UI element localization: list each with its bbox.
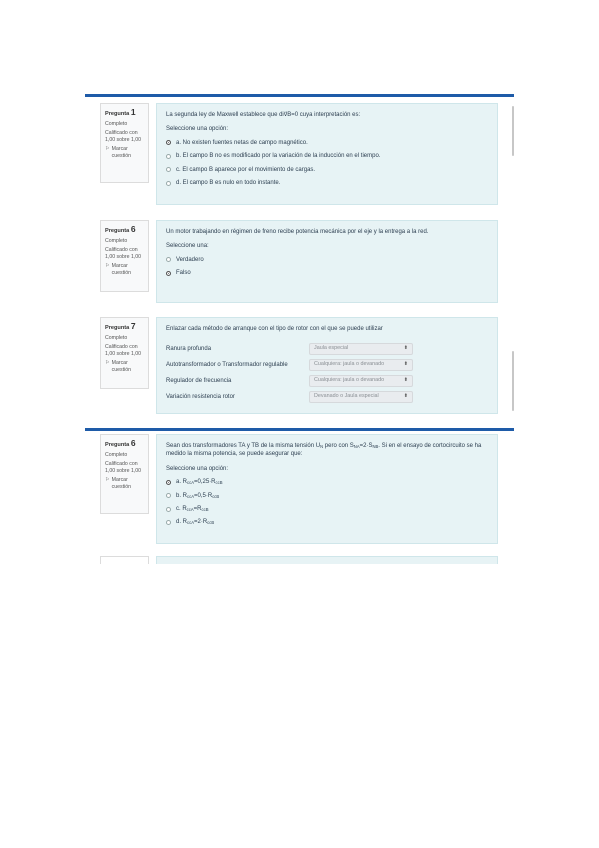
scrollbar[interactable]: [512, 106, 514, 156]
match-row: Autotransformador o Transformador regula…: [166, 358, 488, 371]
question-number: Pregunta 1: [105, 107, 136, 117]
chevron-updown-icon: ⬍: [403, 377, 408, 384]
question-content: Enlazar cada método de arranque con el t…: [156, 317, 498, 414]
radio-icon[interactable]: [166, 153, 171, 159]
answer-option[interactable]: c. RccA=RccB: [166, 505, 488, 513]
radio-selected-icon[interactable]: [166, 140, 171, 146]
match-select[interactable]: Cualquiera: jaula o devanado ⬍: [309, 358, 413, 371]
question-info: Pregunta 1 Completo Calificado con 1,00 …: [100, 103, 149, 183]
question-state: Completo: [105, 451, 128, 458]
question-text: Enlazar cada método de arranque con el t…: [166, 326, 383, 332]
next-question-edge: [156, 556, 498, 564]
answer-option[interactable]: a. No existen fuentes netas de campo mag…: [166, 139, 488, 147]
question-state: Completo: [105, 120, 128, 127]
answer-option-true[interactable]: Verdadero: [166, 256, 488, 264]
top-accent-bar: [85, 94, 514, 97]
match-select[interactable]: Devanado o Jaula especial ⬍: [309, 390, 413, 403]
answer-option[interactable]: d. RccA=2·RccB: [166, 518, 488, 526]
match-row: Ranura profunda Jaula especial ⬍: [166, 342, 488, 355]
match-row: Variación resistencia rotor Devanado o Ja…: [166, 390, 488, 403]
screenshot-question-1: Pregunta 1 Completo Calificado con 1,00 …: [85, 94, 514, 208]
question-number: Pregunta 6: [105, 438, 136, 448]
question-state: Completo: [105, 334, 128, 341]
question-info: Pregunta 6 Completo Calificado con 1,00 …: [100, 220, 149, 292]
chevron-updown-icon: ⬍: [403, 361, 408, 368]
question-info: Pregunta 7 Completo Calificado con 1,00 …: [100, 317, 149, 389]
answer-option[interactable]: d. El campo B es nulo en todo instante.: [166, 179, 488, 187]
answer-prompt: Seleccione una opción:: [166, 465, 229, 472]
radio-icon[interactable]: [166, 506, 171, 512]
flag-icon: ⚐: [105, 262, 110, 269]
radio-selected-icon[interactable]: [166, 479, 171, 485]
answer-option[interactable]: b. RccA=0,5·RccB: [166, 492, 488, 500]
question-grade: Calificado con 1,00 sobre 1,00: [105, 129, 142, 143]
screenshot-question-6-transformers: Pregunta 6 Completo Calificado con 1,00 …: [85, 428, 514, 564]
screenshot-question-6-true-false: Pregunta 6 Completo Calificado con 1,00 …: [85, 214, 514, 309]
match-row: Regulador de frecuencia Cualquiera: jaula…: [166, 374, 488, 387]
scrollbar[interactable]: [512, 351, 514, 411]
answer-prompt: Seleccione una opción:: [166, 126, 229, 133]
radio-icon[interactable]: [166, 493, 171, 499]
flag-icon: ⚐: [105, 145, 110, 152]
answer-option[interactable]: c. El campo B aparece por el movimiento …: [166, 166, 488, 174]
question-content: La segunda ley de Maxwell establece que …: [156, 103, 498, 205]
match-label: Autotransformador o Transformador regula…: [166, 361, 288, 368]
question-content: Un motor trabajando en régimen de freno …: [156, 220, 498, 303]
match-label: Ranura profunda: [166, 345, 212, 352]
flag-question-link[interactable]: ⚐ Marcar cuestión: [105, 146, 144, 160]
radio-icon[interactable]: [166, 257, 171, 263]
chevron-updown-icon: ⬍: [403, 393, 408, 400]
question-info: Pregunta 6 Completo Calificado con 1,00 …: [100, 434, 149, 514]
question-number: Pregunta 6: [105, 224, 136, 234]
question-content: Sean dos transformadores TA y TB de la m…: [156, 434, 498, 544]
question-grade: Calificado con 1,00 sobre 1,00: [105, 460, 142, 474]
question-grade: Calificado con 1,00 sobre 1,00: [105, 246, 142, 260]
radio-icon[interactable]: [166, 180, 171, 186]
question-text: La segunda ley de Maxwell establece que …: [166, 112, 361, 118]
question-grade: Calificado con 1,00 sobre 1,00: [105, 343, 142, 357]
match-label: Regulador de frecuencia: [166, 377, 232, 384]
radio-icon[interactable]: [166, 520, 171, 526]
next-question-edge: [100, 556, 149, 564]
match-select[interactable]: Cualquiera: jaula o devanado ⬍: [309, 374, 413, 387]
question-text: Sean dos transformadores TA y TB de la m…: [166, 443, 482, 458]
match-select[interactable]: Jaula especial ⬍: [309, 342, 413, 355]
question-text: Un motor trabajando en régimen de freno …: [166, 229, 429, 235]
answer-option[interactable]: b. El campo B no es modificado por la va…: [166, 152, 488, 160]
flag-icon: ⚐: [105, 359, 110, 366]
screenshot-question-7: Pregunta 7 Completo Calificado con 1,00 …: [85, 311, 514, 419]
flag-question-link[interactable]: ⚐ Marcar cuestión: [105, 477, 144, 491]
match-label: Variación resistencia rotor: [166, 393, 235, 400]
flag-question-link[interactable]: ⚐ Marcar cuestión: [105, 360, 144, 374]
flag-question-link[interactable]: ⚐ Marcar cuestión: [105, 263, 144, 277]
answer-option-false[interactable]: Falso: [166, 269, 488, 277]
answer-prompt: Seleccione una:: [166, 243, 209, 250]
radio-selected-icon[interactable]: [166, 270, 171, 276]
top-accent-bar: [85, 428, 514, 431]
flag-icon: ⚐: [105, 476, 110, 483]
question-number: Pregunta 7: [105, 321, 136, 331]
answer-option[interactable]: a. RccA=0,25·RccB: [166, 478, 488, 486]
question-state: Completo: [105, 237, 128, 244]
chevron-updown-icon: ⬍: [403, 345, 408, 352]
radio-icon[interactable]: [166, 167, 171, 173]
